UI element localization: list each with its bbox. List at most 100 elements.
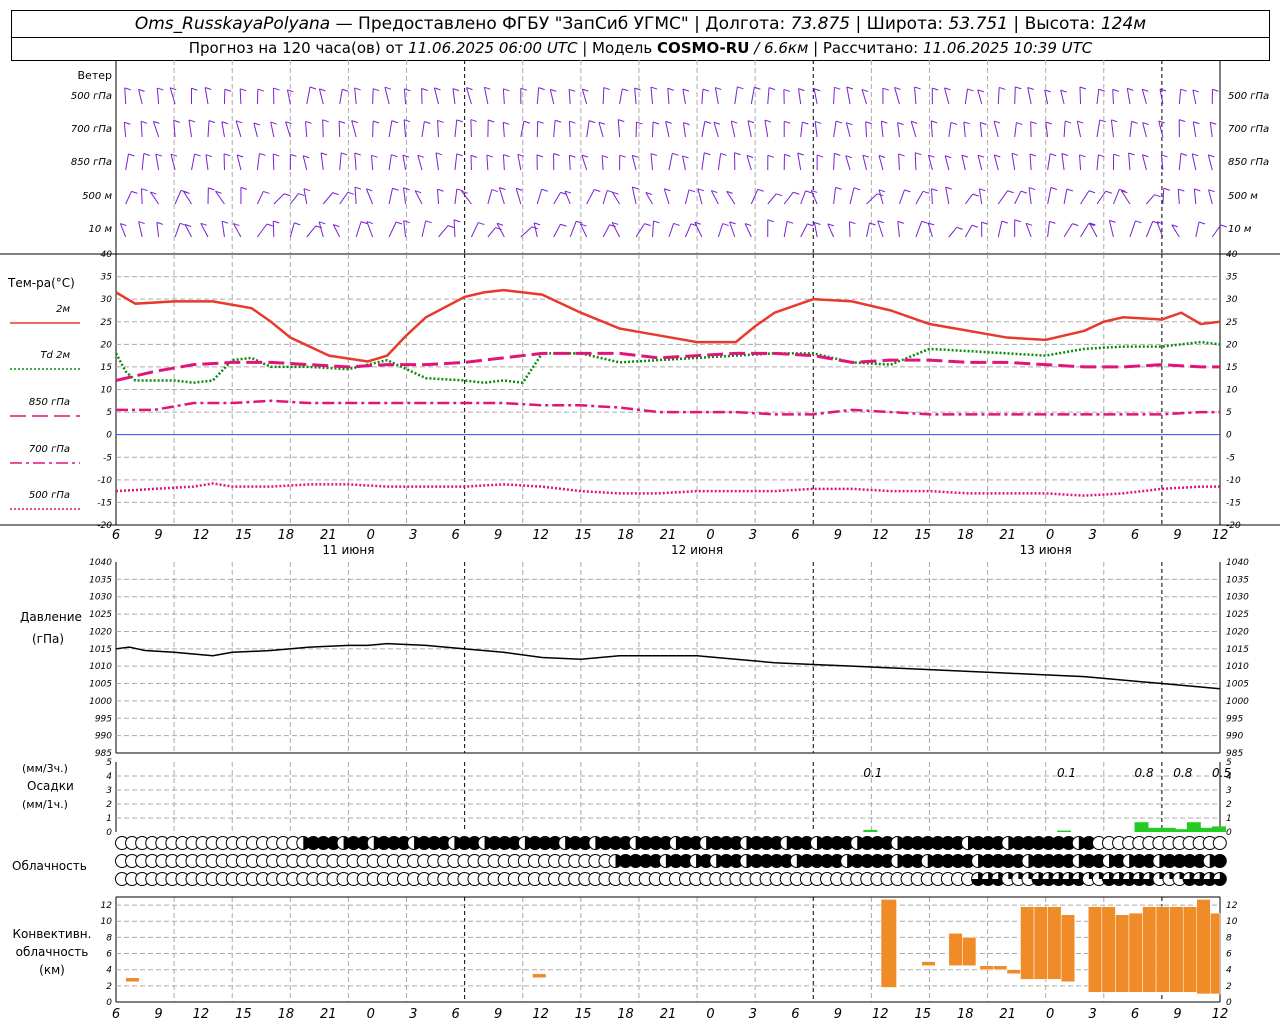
precip-title: Осадки [27,779,74,793]
wind-barb [848,221,851,238]
wind-barb [948,122,952,138]
press-tick-label: 1030 [1226,593,1249,603]
conv-tick-label: 4 [106,966,112,976]
wind-barb-flag [221,121,229,125]
temp-tick-label: -5 [103,453,112,463]
wind-barb-flag [972,193,979,197]
wind-barb [878,189,884,205]
wind-barb [897,221,900,238]
meteogram-chart: Ветер 500 гПа 500 гПа 700 гПа 700 гПа 850 гПа… [0,60,1280,1022]
wind-barb [1014,122,1017,138]
wind-barb-flag [1193,121,1200,125]
wind-barb [256,191,264,205]
wind-barb [845,122,851,138]
temp-tick-label: 0 [106,431,112,441]
wind-barb-flag [1179,119,1186,123]
wind-barb [910,121,917,138]
wind-barb-flag [653,220,660,224]
wind-barb [236,154,242,171]
wind-barb [652,220,655,238]
wind-barb-flag [338,120,346,124]
wind-barb [454,119,458,138]
wind-barb [717,223,724,238]
x-tick-label-bottom: 6 [791,1007,799,1022]
wind-barb-flag [603,87,610,91]
temp-tick-label: 25 [101,318,113,328]
wind-barb-flag [644,223,651,227]
wind-barb-flag [553,153,560,156]
wind-barb [138,221,143,238]
wind-barb-flag [503,88,510,92]
wind-barb [581,154,588,171]
wind-barb [253,122,258,138]
x-tick-label-bottom: 21 [660,1007,677,1022]
wind-barb [1191,153,1197,171]
press-tick-label: 1035 [89,575,112,585]
x-tick-label-bottom: 9 [834,1007,842,1022]
wind-barb-flag [373,88,380,92]
wind-barb-flag [702,88,710,92]
wind-barb [846,86,851,105]
wind-barb-flag [257,88,265,92]
wind-barb-flag [391,154,398,158]
wind-barb [730,120,736,138]
wind-barb-flag [332,192,339,196]
wind-barb-flag [636,121,643,125]
wind-barb [927,222,933,238]
wind-barb [354,152,357,171]
wind-barb [205,154,209,171]
wind-barb-flag [425,220,432,224]
wind-barb [549,89,555,105]
wind-barb [470,119,472,138]
wind-barb-flag [650,86,658,90]
x-tick-label: 6 [112,528,120,543]
wind-barb [569,221,577,238]
wind-barb-flag [672,152,679,156]
wind-barb [1096,190,1107,205]
wind-barb [174,190,182,205]
wind-barb [338,121,341,138]
temp-tick-label: -5 [1226,453,1235,463]
wind-barb-flag [1044,89,1051,93]
wind-barb [1129,220,1136,238]
wind-barb-flag [869,222,876,226]
wind-barb [1141,89,1147,105]
wind-level-label: 10 м [1228,224,1252,235]
temp-tick-label: 15 [1226,363,1238,373]
wind-barb [138,89,143,105]
wind-barb [993,120,999,138]
wind-barb [1063,121,1066,138]
wind-barb [667,88,670,105]
wind-barb [125,153,129,171]
wind-barb-flag [259,152,266,156]
wind-barb-flag [1159,88,1167,92]
wind-barb [931,188,933,205]
press-tick-label: 1005 [89,680,112,690]
conv-bar [1182,906,1198,993]
press-tick-label: 1040 [89,558,112,568]
wind-barb-flag [138,221,145,225]
x-tick-label-bottom: 6 [112,1007,120,1022]
wind-level-label: 500 гПа [1228,91,1269,102]
wind-barb-flag [1105,190,1112,194]
wind-barb [125,191,132,205]
wind-barb [961,154,966,171]
wind-barb-flag [1112,88,1119,92]
wind-barb-flag [1192,153,1199,157]
temp-tick-label: 5 [1226,408,1232,418]
press-tick-label: 1020 [89,627,112,637]
wind-barb-flag [131,190,138,194]
precip-bar [863,829,878,832]
wind-barb [717,153,722,171]
wind-barb-flag [784,120,791,124]
wind-barb-flag [392,187,399,191]
x-tick-label: 0 [367,528,375,543]
wind-barb [454,188,458,205]
wind-barb-flag [290,153,297,157]
conv-bar [532,973,547,979]
wind-barb [668,153,673,171]
wind-barb [997,87,1000,105]
wind-barb [272,153,275,171]
x-tick-label: 18 [278,528,295,543]
wind-barb [1126,88,1131,105]
